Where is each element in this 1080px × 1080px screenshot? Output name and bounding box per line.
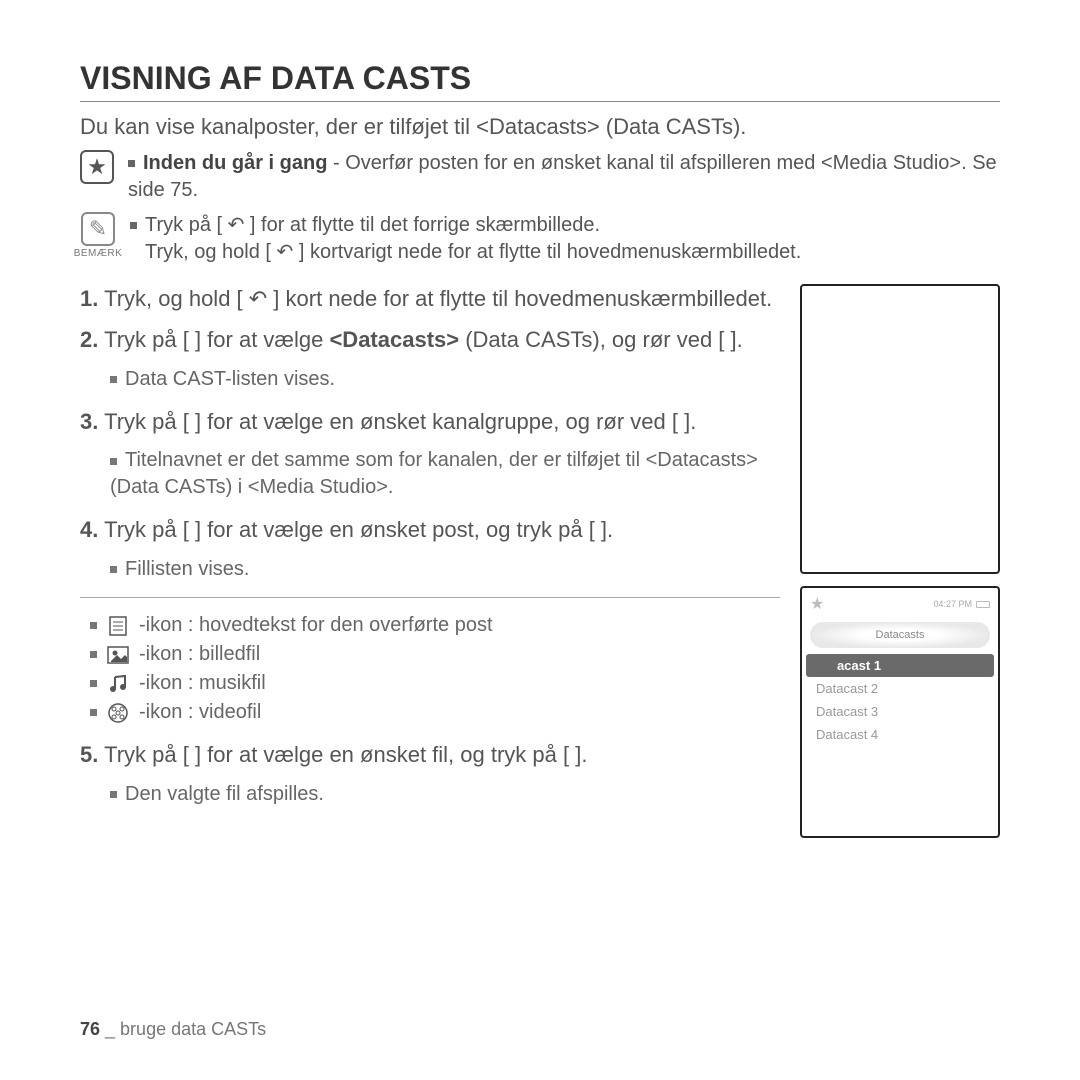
bemark-label: BEMÆRK [74, 248, 123, 259]
note-star-text: Inden du går i gang - Overfør posten for… [128, 150, 1000, 204]
page-footer: 76 _ bruge data CASTs [80, 1019, 266, 1040]
note-bemark-row: ✎ BEMÆRK Tryk på [ ↶ ] for at flytte til… [80, 212, 1000, 266]
bemark-line1: Tryk på [ ↶ ] for at flytte til det forr… [130, 212, 801, 239]
device-list-item: Datacast 2 [802, 677, 998, 700]
video-icon [107, 703, 129, 723]
device-list-item: Datacast 4 [802, 723, 998, 746]
legend-doc: -ikon : hovedtekst for den overførte pos… [90, 614, 780, 637]
device-title: Datacasts [810, 622, 990, 648]
legend-video: -ikon : videofil [90, 701, 780, 724]
step-4: 4. Tryk på [ ] for at vælge en ønsket po… [80, 515, 780, 546]
legend-music: -ikon : musikfil [90, 672, 780, 695]
icon-legend: -ikon : hovedtekst for den overførte pos… [80, 597, 780, 724]
step-3-sub: Titelnavnet er det samme som for kanalen… [110, 447, 780, 501]
step-5: 5. Tryk på [ ] for at vælge en ønsket fi… [80, 740, 780, 771]
step-4-sub: Fillisten vises. [110, 556, 780, 583]
device-list-item-selected: Datacast 1 [806, 654, 994, 677]
music-icon [107, 674, 129, 694]
step-2-sub: Data CAST-listen vises. [110, 366, 780, 393]
intro-text: Du kan vise kanalposter, der er tilføjet… [80, 114, 1000, 140]
step-3: 3. Tryk på [ ] for at vælge en ønsket ka… [80, 407, 780, 438]
pencil-icon: ✎ [81, 212, 115, 246]
device-screenshot-blank [800, 284, 1000, 574]
step-1: 1. Tryk, og hold [ ↶ ] kort nede for at … [80, 284, 780, 315]
status-time: 04:27 PM [933, 599, 972, 609]
status-star-icon: ★ [810, 594, 824, 614]
page-title: VISNING AF DATA CASTS [80, 60, 1000, 102]
document-icon [107, 616, 129, 636]
bemark-line2: Tryk, og hold [ ↶ ] kortvarigt nede for … [145, 239, 801, 266]
device-list-item: Datacast 3 [802, 700, 998, 723]
image-icon [107, 645, 129, 665]
battery-icon [976, 601, 990, 608]
step-2: 2. Tryk på [ ] for at vælge <Datacasts> … [80, 325, 780, 356]
legend-image: -ikon : billedfil [90, 643, 780, 666]
note-star-row: ★ Inden du går i gang - Overfør posten f… [80, 150, 1000, 204]
step-5-sub: Den valgte fil afspilles. [110, 781, 780, 808]
device-screenshot-list: ★ 04:27 PM Datacasts Datacast 1 Datacast… [800, 586, 1000, 838]
star-icon: ★ [80, 150, 114, 184]
